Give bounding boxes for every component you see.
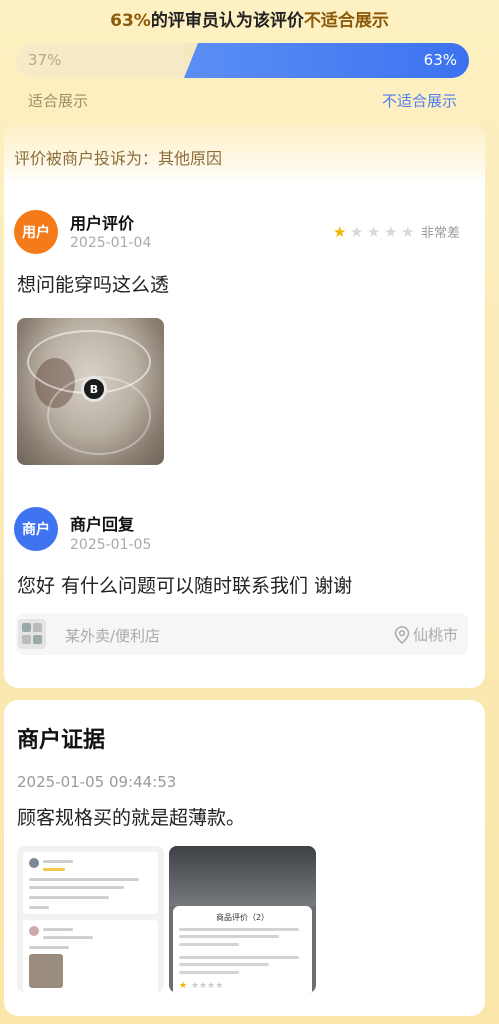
not-suitable-label: 不适合展示 xyxy=(381,92,457,110)
user-review-content: 想问能穿吗这么透 xyxy=(17,274,170,296)
star-icon: ★ xyxy=(384,222,398,241)
evidence-screenshot-2[interactable]: 商品评价（2） ★ ★★★★ xyxy=(169,846,316,993)
evidence-title: 商户证据 xyxy=(17,728,106,753)
star-icon: ★ xyxy=(350,222,364,241)
user-review-date: 2025-01-04 xyxy=(70,235,152,251)
vote-percent: 63% xyxy=(110,11,151,31)
evidence-datetime: 2025-01-05 09:44:53 xyxy=(17,773,177,791)
complaint-reason: 评价被商户投诉为：其他原因 xyxy=(4,125,485,183)
star-icon: ★ xyxy=(367,222,381,241)
vote-ratio-bar: 37% 63% xyxy=(16,43,469,78)
store-thumbnail-icon xyxy=(18,619,46,649)
merchant-evidence-card: 商户证据 2025-01-05 09:44:53 顾客规格买的就是超薄款。 商品… xyxy=(4,700,485,1016)
rating-stars: ★ ★ ★ ★ ★ 非常差 xyxy=(333,222,461,242)
suitable-percent: 37% xyxy=(28,51,62,69)
merchant-avatar: 商户 xyxy=(14,507,58,551)
store-info-bar[interactable]: 某外卖/便利店 仙桃市 xyxy=(16,613,468,655)
not-suitable-percent: 63% xyxy=(423,51,457,69)
evidence-screenshot-1[interactable] xyxy=(17,846,164,993)
vote-headline-highlight: 不适合展示 xyxy=(303,11,389,31)
brand-logo-icon: B xyxy=(81,376,107,402)
merchant-reply-content: 您好 有什么问题可以随时联系我们 谢谢 xyxy=(17,575,353,597)
review-photo[interactable]: B xyxy=(17,318,164,465)
suitable-label: 适合展示 xyxy=(28,92,89,110)
store-name: 某外卖/便利店 xyxy=(65,627,161,645)
user-avatar: 用户 xyxy=(14,210,58,254)
star-icon: ★ xyxy=(401,222,415,241)
star-icon: ★ xyxy=(333,222,347,241)
merchant-reply-title: 商户回复 xyxy=(70,515,135,534)
screenshot-sheet-title: 商品评价（2） xyxy=(215,913,270,922)
store-location-text: 仙桃市 xyxy=(412,626,458,644)
vote-headline-text: 的评审员认为该评价 xyxy=(150,11,304,31)
evidence-content: 顾客规格买的就是超薄款。 xyxy=(17,807,246,829)
store-location: 仙桃市 xyxy=(394,624,458,645)
rating-label: 非常差 xyxy=(421,226,461,241)
merchant-reply-date: 2025-01-05 xyxy=(70,537,152,553)
location-pin-icon xyxy=(394,625,410,644)
user-review-title: 用户评价 xyxy=(70,214,135,233)
vote-headline: 63%的评审员认为该评价不适合展示 xyxy=(0,6,499,31)
